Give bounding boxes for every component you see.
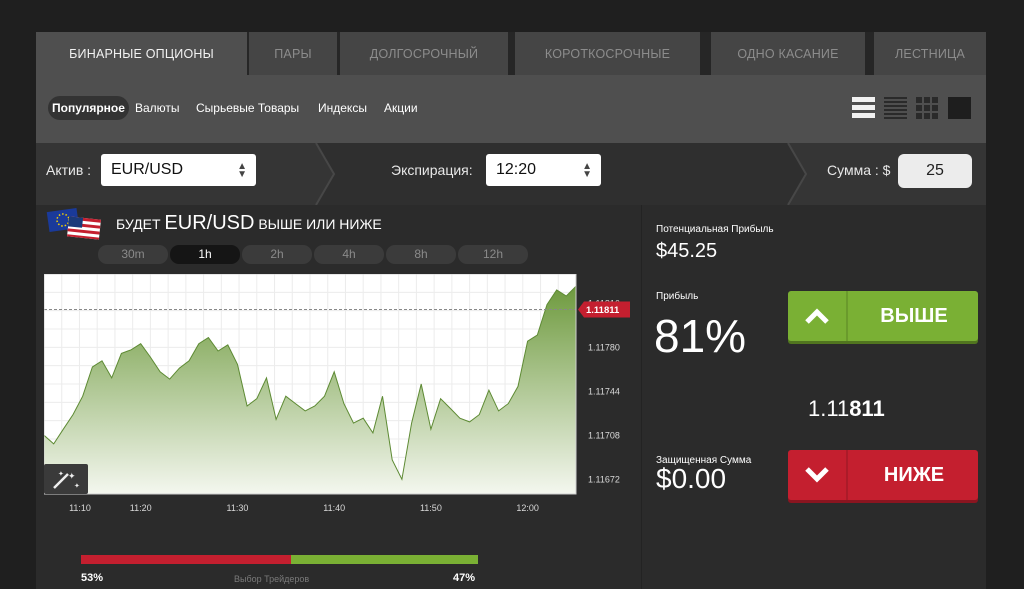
select-arrows-icon: ▲ ▼ bbox=[582, 161, 592, 180]
expiration-select[interactable]: 12:20 ▲ ▼ bbox=[486, 154, 601, 186]
y-tick-label: 1.11780 bbox=[588, 342, 620, 352]
indicator-tool-button bbox=[44, 464, 88, 494]
tab-ladder[interactable]: ЛЕСТНИЦА bbox=[874, 32, 986, 75]
profit-value: 81% bbox=[654, 310, 747, 362]
tab-pairs[interactable]: ПАРЫ bbox=[249, 32, 337, 75]
chevron-up-icon bbox=[788, 291, 848, 341]
timeframe-30m[interactable]: 30m bbox=[98, 245, 168, 264]
tab-binary-options[interactable]: БИНАРНЫЕ ОПЦИОНЫ bbox=[36, 32, 247, 75]
amount-label: Сумма : $ bbox=[827, 162, 891, 178]
asset-label: Актив : bbox=[46, 162, 92, 178]
y-tick-label: 1.11744 bbox=[588, 386, 620, 396]
category-popular[interactable]: Популярное bbox=[48, 96, 129, 120]
x-tick-label: 12:00 bbox=[516, 503, 539, 513]
tab-one-touch[interactable]: ОДНО КАСАНИЕ bbox=[711, 32, 865, 75]
current-price: 1.11811 bbox=[808, 396, 885, 422]
buy-percent: 47% bbox=[453, 572, 476, 584]
y-tick-label: 1.11708 bbox=[588, 430, 620, 440]
timeframe-1h[interactable]: 1h bbox=[170, 245, 240, 264]
trade-panel: Потенциальная Прибыль $45.25 Прибыль 81%… bbox=[641, 205, 986, 589]
sell-sentiment-bar bbox=[81, 555, 292, 564]
x-tick-label: 11:10 bbox=[69, 503, 91, 513]
put-down-button[interactable]: НИЖЕ bbox=[788, 450, 978, 500]
profit-label: Прибыль bbox=[656, 291, 699, 302]
current-price-tag-label: 1.11811 bbox=[586, 305, 620, 316]
put-down-label: НИЖЕ bbox=[883, 463, 945, 486]
trading-frame: БИНАРНЫЕ ОПЦИОНЫ ПАРЫ ДОЛГОСРОЧНЫЙ КОРОТ… bbox=[36, 32, 986, 589]
sparkle-icon: ✦ bbox=[74, 482, 80, 490]
headline-pair: EUR/USD bbox=[164, 212, 255, 234]
expiration-value: 12:20 bbox=[496, 161, 537, 178]
y-tick-label: 1.11672 bbox=[588, 474, 620, 484]
timeframe-4h[interactable]: 4h bbox=[314, 245, 384, 264]
call-up-button[interactable]: ВЫШЕ bbox=[788, 291, 978, 341]
trade-settings-bar: Актив : EUR/USD ▲ ▼ Экспирация: 12:20 ▲ ▼ … bbox=[36, 143, 986, 205]
large-list-view-icon[interactable] bbox=[852, 97, 875, 119]
traders-choice-label: Выбор Трейдеров bbox=[234, 574, 310, 584]
product-tabs: БИНАРНЫЕ ОПЦИОНЫ ПАРЫ ДОЛГОСРОЧНЫЙ КОРОТ… bbox=[36, 32, 986, 75]
category-commodities[interactable]: Сырьевые Товары bbox=[193, 96, 302, 120]
protected-amount-value: $0.00 bbox=[656, 463, 727, 494]
category-indices[interactable]: Индексы bbox=[315, 96, 370, 120]
sparkle-icon: ✦ bbox=[58, 470, 64, 478]
question-headline: БУДЕТ EUR/USD ВЫШЕ ИЛИ НИЖЕ bbox=[116, 212, 382, 235]
single-view-icon[interactable] bbox=[948, 97, 971, 119]
tab-short-term[interactable]: КОРОТКОСРОЧНЫЕ bbox=[515, 32, 700, 75]
eur-usd-flag-icon bbox=[46, 208, 101, 240]
compact-list-view-icon[interactable] bbox=[884, 97, 907, 119]
potential-profit-value: $45.25 bbox=[656, 240, 718, 262]
x-tick-label: 11:40 bbox=[323, 503, 345, 513]
price-chart[interactable]: 1.118161.117801.117441.117081.116721.118… bbox=[44, 274, 634, 532]
chart-panel: БУДЕТ EUR/USD ВЫШЕ ИЛИ НИЖЕ 30m 1h 2h 4h… bbox=[36, 205, 641, 585]
x-tick-label: 11:50 bbox=[420, 503, 442, 513]
asset-select[interactable]: EUR/USD ▲ ▼ bbox=[101, 154, 256, 186]
sell-percent: 53% bbox=[81, 572, 104, 584]
asset-value: EUR/USD bbox=[111, 161, 184, 178]
select-arrows-icon: ▲ ▼ bbox=[237, 161, 247, 180]
timeframe-8h[interactable]: 8h bbox=[386, 245, 456, 264]
price-bold: 811 bbox=[849, 396, 885, 421]
category-nav: Популярное Валюты Сырьевые Товары Индекс… bbox=[36, 75, 986, 143]
sparkle-icon: ✦ bbox=[68, 471, 76, 481]
tab-long-term[interactable]: ДОЛГОСРОЧНЫЙ bbox=[340, 32, 508, 75]
price-main: 1.11 bbox=[808, 396, 850, 421]
chevron-down-icon bbox=[788, 450, 848, 500]
headline-prefix: БУДЕТ bbox=[116, 216, 161, 232]
x-tick-label: 11:20 bbox=[130, 503, 152, 513]
headline-suffix: ВЫШЕ ИЛИ НИЖЕ bbox=[258, 216, 382, 232]
timeframe-2h[interactable]: 2h bbox=[242, 245, 312, 264]
potential-profit-label: Потенциальная Прибыль bbox=[656, 224, 774, 235]
x-tick-label: 11:30 bbox=[227, 503, 249, 513]
grid-view-icon[interactable] bbox=[916, 97, 939, 119]
expiration-label: Экспирация: bbox=[391, 162, 473, 178]
category-stocks[interactable]: Акции bbox=[381, 96, 421, 120]
timeframe-12h[interactable]: 12h bbox=[458, 245, 528, 264]
amount-input[interactable]: 25 bbox=[898, 154, 972, 188]
category-currencies[interactable]: Валюты bbox=[132, 96, 183, 120]
buy-sentiment-bar bbox=[291, 555, 478, 564]
call-up-label: ВЫШЕ bbox=[880, 304, 948, 327]
